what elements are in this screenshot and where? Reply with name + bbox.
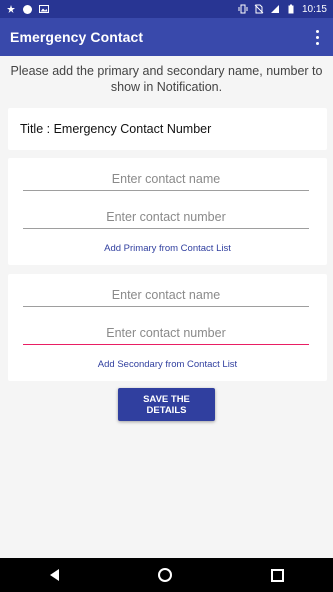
title-card: Title : Emergency Contact Number (8, 108, 327, 150)
photo-notification-icon (39, 5, 49, 13)
circle-notification-icon (23, 4, 32, 14)
no-sim-icon (254, 4, 264, 14)
status-system: 10:15 (238, 4, 333, 15)
app-title: Emergency Contact (10, 29, 144, 45)
primary-number-input[interactable] (23, 206, 309, 229)
navigation-bar (0, 558, 333, 592)
back-icon[interactable] (49, 569, 59, 581)
status-notifications (0, 4, 49, 14)
add-primary-from-contacts-link[interactable]: Add Primary from Contact List (8, 243, 327, 254)
secondary-number-input[interactable] (23, 322, 309, 345)
home-icon[interactable] (157, 568, 172, 582)
signal-icon (270, 5, 279, 13)
app-bar: Emergency Contact (0, 18, 333, 56)
battery-icon (288, 4, 294, 14)
add-secondary-from-contacts-link[interactable]: Add Secondary from Contact List (8, 359, 327, 370)
secondary-name-input[interactable] (23, 284, 309, 307)
secondary-contact-card: Add Secondary from Contact List (8, 274, 327, 381)
primary-name-input[interactable] (23, 168, 309, 191)
primary-contact-card: Add Primary from Contact List (8, 158, 327, 265)
title-value: Emergency Contact Number (53, 122, 212, 136)
recent-apps-icon[interactable] (270, 568, 284, 582)
instructions-text: Please add the primary and secondary nam… (10, 64, 323, 94)
title-row: Title : Emergency Contact Number (20, 122, 211, 136)
save-details-button[interactable]: SAVE THE DETAILS (118, 388, 215, 421)
vibrate-icon (238, 4, 248, 14)
title-label: Title : (20, 122, 54, 136)
overflow-menu-icon[interactable] (307, 25, 327, 49)
status-bar: 10:15 (0, 0, 333, 18)
status-time: 10:15 (301, 3, 327, 15)
notification-icon (7, 5, 15, 13)
